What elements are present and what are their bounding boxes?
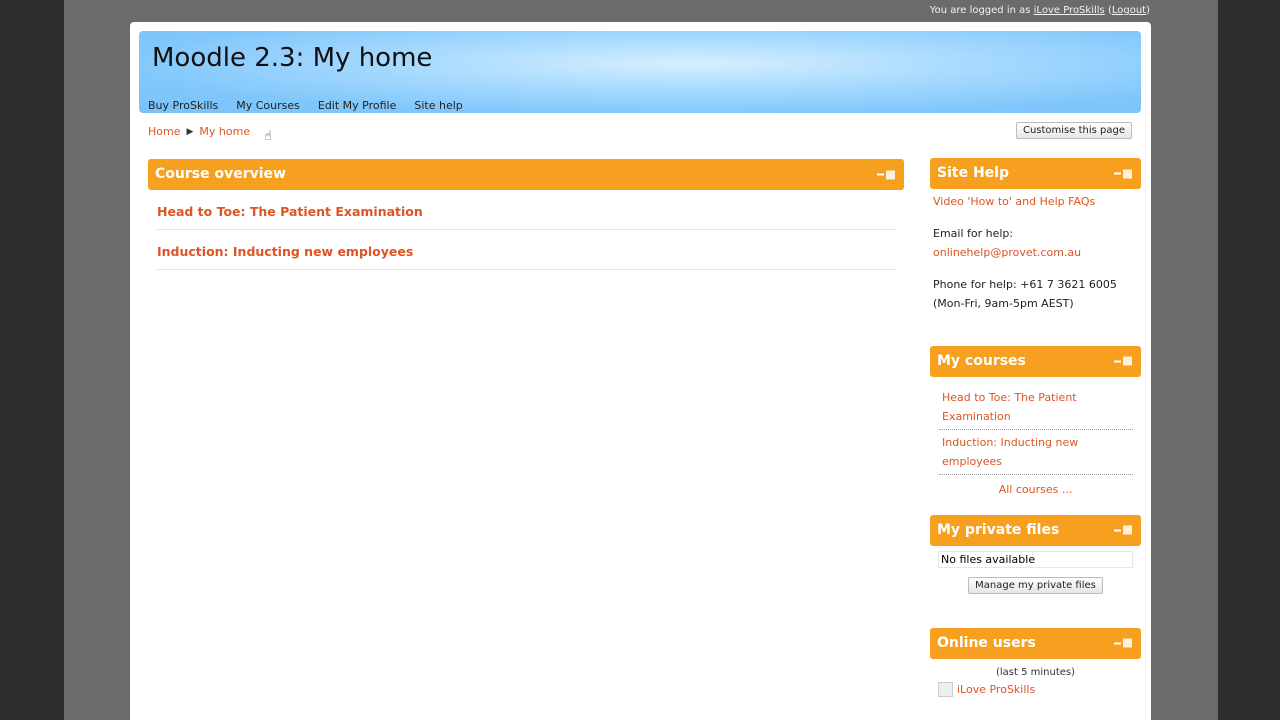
online-user-row: iLove ProSkills [930, 678, 1141, 697]
course-overview-title: Course overview [155, 166, 286, 182]
course-overview-row: Induction: Inducting new employees [156, 230, 896, 270]
page-container: Moodle 2.3: My home Buy ProSkills My Cou… [130, 22, 1151, 720]
block-dock-icon[interactable] [1114, 169, 1132, 178]
menu-item-edit-profile[interactable]: Edit My Profile [318, 99, 397, 112]
page-header: Moodle 2.3: My home Buy ProSkills My Cou… [139, 31, 1141, 113]
private-files-title: My private files [937, 521, 1060, 538]
course-overview-header: Course overview [148, 159, 904, 190]
page-title: Moodle 2.3: My home [152, 43, 433, 73]
help-email-link[interactable]: onlinehelp@provet.com.au [933, 246, 1081, 259]
manage-private-files-button[interactable]: Manage my private files [968, 576, 1103, 594]
private-files-block: My private files No files available Mana… [930, 514, 1141, 594]
my-courses-header: My courses [930, 345, 1141, 377]
course-link-head-to-toe[interactable]: Head to Toe: The Patient Examination [157, 204, 423, 219]
online-period: (last 5 minutes) [995, 666, 1076, 678]
online-users-block: Online users (last 5 minutes) iLove ProS… [930, 627, 1141, 697]
breadcrumb-my-home[interactable]: My home [199, 125, 250, 138]
customise-page-button[interactable]: Customise this page [1015, 122, 1132, 139]
right-sidebar: Site Help Video 'How to' and Help FAQs E… [930, 158, 1141, 713]
online-users-header: Online users [930, 627, 1141, 659]
breadcrumb: Home ▶ My home [148, 125, 250, 138]
list-item: Induction: Inducting new employees [939, 430, 1133, 475]
login-prefix: You are logged in as [929, 5, 1031, 16]
breadcrumb-home[interactable]: Home [148, 125, 180, 138]
online-users-title: Online users [937, 634, 1036, 651]
help-video-link[interactable]: Video 'How to' and Help FAQs [933, 195, 1095, 208]
all-courses-row: All courses ... [930, 475, 1141, 496]
private-files-header: My private files [930, 514, 1141, 546]
avatar [938, 681, 953, 697]
site-help-block: Site Help Video 'How to' and Help FAQs E… [930, 158, 1141, 314]
my-courses-title: My courses [937, 352, 1026, 369]
block-dock-icon[interactable] [877, 170, 895, 179]
block-dock-icon[interactable] [1114, 525, 1132, 535]
breadcrumb-separator-icon: ▶ [186, 126, 194, 137]
menu-item-site-help[interactable]: Site help [414, 99, 462, 112]
login-info: You are logged in as iLove ProSkills (Lo… [930, 5, 1150, 16]
all-courses-link[interactable]: All courses ... [999, 483, 1073, 496]
course-overview-row: Head to Toe: The Patient Examination [156, 190, 896, 230]
left-letterbox [0, 0, 64, 720]
my-course-link-induction[interactable]: Induction: Inducting new employees [942, 436, 1078, 469]
menu-item-buy-proskills[interactable]: Buy ProSkills [148, 99, 218, 112]
no-files-text: No files available [938, 550, 1133, 568]
site-help-content: Video 'How to' and Help FAQs Email for h… [930, 189, 1141, 314]
hand-cursor-icon: ☝ [264, 129, 272, 144]
course-link-induction[interactable]: Induction: Inducting new employees [157, 244, 413, 259]
custom-menu: Buy ProSkills My Courses Edit My Profile… [148, 99, 463, 112]
phone-line: Phone for help: +61 7 3621 6005 [933, 277, 1117, 291]
list-item: Head to Toe: The Patient Examination [939, 385, 1133, 430]
block-dock-icon[interactable] [1114, 638, 1132, 648]
site-help-title: Site Help [937, 165, 1009, 181]
my-courses-block: My courses Head to Toe: The Patient Exam… [930, 345, 1141, 496]
my-courses-list: Head to Toe: The Patient Examination Ind… [930, 377, 1141, 475]
help-hours: (Mon-Fri, 9am-5pm AEST) [933, 297, 1074, 310]
logout-link[interactable]: Logout [1112, 5, 1146, 16]
my-course-link-head-to-toe[interactable]: Head to Toe: The Patient Examination [942, 391, 1077, 424]
online-user-link[interactable]: iLove ProSkills [957, 683, 1035, 696]
menu-item-my-courses[interactable]: My Courses [236, 99, 300, 112]
login-close-paren: ) [1146, 5, 1150, 16]
block-dock-icon[interactable] [1114, 356, 1132, 366]
main-region: Course overview Head to Toe: The Patient… [148, 159, 904, 270]
email-label: Email for help: [933, 226, 1014, 240]
right-letterbox [1218, 0, 1280, 720]
site-help-header: Site Help [930, 158, 1141, 189]
login-user-link[interactable]: iLove ProSkills [1034, 5, 1105, 16]
